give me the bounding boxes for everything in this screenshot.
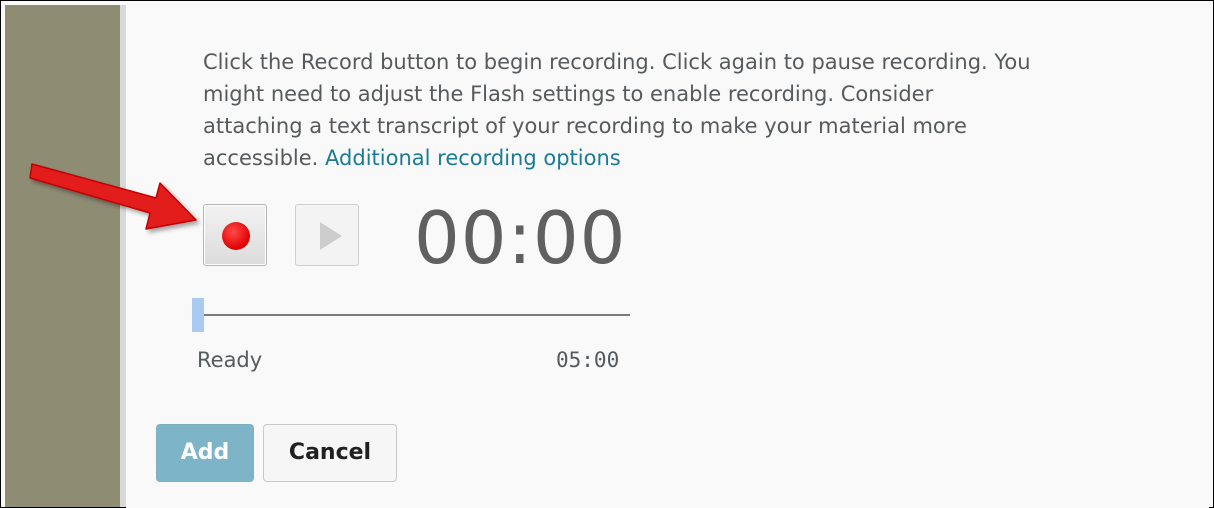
arrow-icon xyxy=(29,163,197,230)
annotation-arrow xyxy=(29,163,197,230)
